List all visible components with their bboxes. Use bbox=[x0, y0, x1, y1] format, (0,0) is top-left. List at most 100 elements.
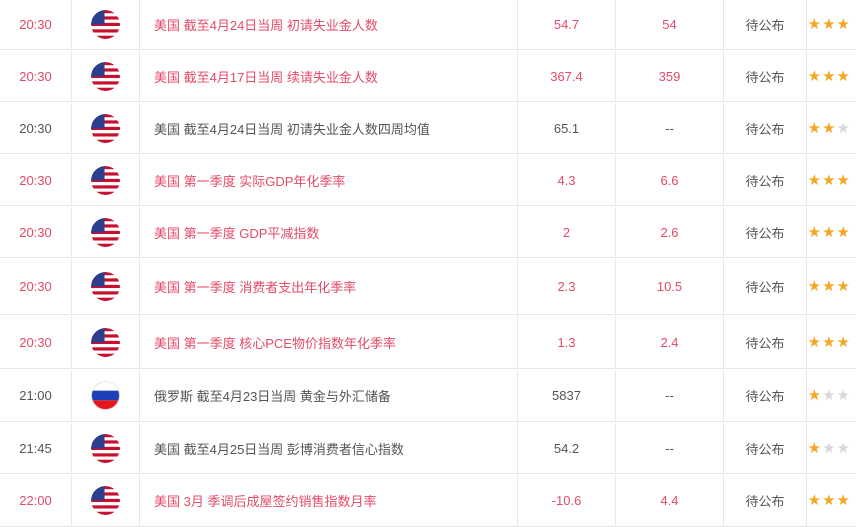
time-cell: 20:30 bbox=[0, 259, 72, 314]
country-flag-cell bbox=[72, 316, 140, 368]
importance-rating: ★ ★ ★ bbox=[807, 259, 856, 314]
table-row[interactable]: 20:30 美国 截至4月24日当周 初请失业金人数四周均值 65.1 -- 待… bbox=[0, 103, 856, 154]
actual-value-cell: 待公布 bbox=[724, 207, 807, 257]
event-name-cell[interactable]: 美国 截至4月24日当周 初请失业金人数四周均值 bbox=[140, 103, 518, 153]
actual-value-cell: 待公布 bbox=[724, 103, 807, 153]
country-flag-cell bbox=[72, 103, 140, 153]
time-cell: 20:30 bbox=[0, 207, 72, 257]
forecast-value-cell: 359 bbox=[616, 51, 724, 101]
country-flag-cell bbox=[72, 475, 140, 526]
star-filled-icon: ★ bbox=[807, 492, 822, 509]
event-name-cell[interactable]: 美国 第一季度 实际GDP年化季率 bbox=[140, 155, 518, 205]
us-flag-icon bbox=[91, 165, 120, 195]
star-filled-icon: ★ bbox=[836, 67, 850, 85]
star-empty-icon: ★ bbox=[836, 119, 850, 137]
time-cell: 20:30 bbox=[0, 0, 72, 49]
star-filled-icon: ★ bbox=[836, 492, 850, 509]
previous-value-cell: 367.4 bbox=[518, 51, 616, 101]
table-row[interactable]: 20:30 美国 第一季度 实际GDP年化季率 4.3 6.6 待公布 ★ ★ ★ bbox=[0, 155, 856, 206]
actual-value-cell: 待公布 bbox=[724, 370, 807, 421]
forecast-value-cell: 4.4 bbox=[616, 475, 724, 526]
us-flag-icon bbox=[91, 113, 120, 143]
time-cell: 22:00 bbox=[0, 475, 72, 526]
star-filled-icon: ★ bbox=[822, 67, 836, 85]
star-filled-icon: ★ bbox=[836, 333, 850, 351]
importance-rating: ★ ★ ★ bbox=[807, 103, 856, 153]
star-empty-icon: ★ bbox=[822, 387, 836, 404]
star-filled-icon: ★ bbox=[822, 119, 836, 137]
previous-value-cell: 54.2 bbox=[518, 423, 616, 473]
star-filled-icon: ★ bbox=[807, 171, 822, 189]
forecast-value-cell: -- bbox=[616, 423, 724, 473]
star-empty-icon: ★ bbox=[836, 387, 850, 404]
star-filled-icon: ★ bbox=[807, 278, 822, 295]
event-name-cell[interactable]: 美国 截至4月25日当周 彭博消费者信心指数 bbox=[140, 423, 518, 473]
star-filled-icon: ★ bbox=[807, 119, 822, 137]
us-flag-icon bbox=[91, 10, 120, 39]
us-flag-icon bbox=[91, 486, 120, 515]
event-name-cell[interactable]: 美国 第一季度 消费者支出年化季率 bbox=[140, 259, 518, 314]
event-name-cell[interactable]: 美国 3月 季调后成屋签约销售指数月率 bbox=[140, 475, 518, 526]
importance-rating: ★ ★ ★ bbox=[807, 475, 856, 526]
country-flag-cell bbox=[72, 370, 140, 421]
event-name-cell[interactable]: 美国 第一季度 GDP平减指数 bbox=[140, 207, 518, 257]
forecast-value-cell: 2.6 bbox=[616, 207, 724, 257]
star-filled-icon: ★ bbox=[822, 492, 836, 509]
importance-rating: ★ ★ ★ bbox=[807, 423, 856, 473]
forecast-value-cell: 54 bbox=[616, 0, 724, 49]
time-cell: 20:30 bbox=[0, 316, 72, 368]
table-row[interactable]: 20:30 美国 第一季度 核心PCE物价指数年化季率 1.3 2.4 待公布 … bbox=[0, 316, 856, 369]
previous-value-cell: 5837 bbox=[518, 370, 616, 421]
star-filled-icon: ★ bbox=[836, 278, 850, 295]
star-filled-icon: ★ bbox=[807, 16, 822, 33]
country-flag-cell bbox=[72, 423, 140, 473]
actual-value-cell: 待公布 bbox=[724, 475, 807, 526]
forecast-value-cell: 2.4 bbox=[616, 316, 724, 368]
star-filled-icon: ★ bbox=[807, 223, 822, 241]
us-flag-icon bbox=[91, 217, 120, 247]
event-name-cell[interactable]: 俄罗斯 截至4月23日当周 黄金与外汇储备 bbox=[140, 370, 518, 421]
time-cell: 20:30 bbox=[0, 155, 72, 205]
country-flag-cell bbox=[72, 0, 140, 49]
country-flag-cell bbox=[72, 155, 140, 205]
importance-rating: ★ ★ ★ bbox=[807, 0, 856, 49]
star-filled-icon: ★ bbox=[836, 223, 850, 241]
importance-rating: ★ ★ ★ bbox=[807, 316, 856, 368]
previous-value-cell: 65.1 bbox=[518, 103, 616, 153]
star-filled-icon: ★ bbox=[822, 278, 836, 295]
star-empty-icon: ★ bbox=[836, 439, 850, 457]
previous-value-cell: 1.3 bbox=[518, 316, 616, 368]
event-name-cell[interactable]: 美国 第一季度 核心PCE物价指数年化季率 bbox=[140, 316, 518, 368]
star-filled-icon: ★ bbox=[822, 333, 836, 351]
star-filled-icon: ★ bbox=[822, 16, 836, 33]
previous-value-cell: 2 bbox=[518, 207, 616, 257]
time-cell: 20:30 bbox=[0, 51, 72, 101]
country-flag-cell bbox=[72, 51, 140, 101]
table-row[interactable]: 20:30 美国 第一季度 GDP平减指数 2 2.6 待公布 ★ ★ ★ bbox=[0, 207, 856, 258]
table-row[interactable]: 20:30 美国 截至4月17日当周 续请失业金人数 367.4 359 待公布… bbox=[0, 51, 856, 102]
russia-flag-icon bbox=[91, 381, 120, 410]
importance-rating: ★ ★ ★ bbox=[807, 370, 856, 421]
event-name-cell[interactable]: 美国 截至4月17日当周 续请失业金人数 bbox=[140, 51, 518, 101]
table-row[interactable]: 20:30 美国 截至4月24日当周 初请失业金人数 54.7 54 待公布 ★… bbox=[0, 0, 856, 50]
forecast-value-cell: 6.6 bbox=[616, 155, 724, 205]
us-flag-icon bbox=[91, 433, 120, 463]
us-flag-icon bbox=[91, 272, 120, 301]
actual-value-cell: 待公布 bbox=[724, 423, 807, 473]
star-filled-icon: ★ bbox=[807, 387, 822, 404]
table-row[interactable]: 20:30 美国 第一季度 消费者支出年化季率 2.3 10.5 待公布 ★ ★ ★ bbox=[0, 259, 856, 315]
previous-value-cell: 54.7 bbox=[518, 0, 616, 49]
actual-value-cell: 待公布 bbox=[724, 316, 807, 368]
time-cell: 21:00 bbox=[0, 370, 72, 421]
event-name-cell[interactable]: 美国 截至4月24日当周 初请失业金人数 bbox=[140, 0, 518, 49]
star-filled-icon: ★ bbox=[822, 223, 836, 241]
table-row[interactable]: 21:00 俄罗斯 截至4月23日当周 黄金与外汇储备 5837 -- 待公布 … bbox=[0, 370, 856, 422]
time-cell: 20:30 bbox=[0, 103, 72, 153]
previous-value-cell: 4.3 bbox=[518, 155, 616, 205]
actual-value-cell: 待公布 bbox=[724, 259, 807, 314]
us-flag-icon bbox=[91, 61, 120, 91]
us-flag-icon bbox=[91, 327, 120, 357]
table-row[interactable]: 21:45 美国 截至4月25日当周 彭博消费者信心指数 54.2 -- 待公布… bbox=[0, 423, 856, 474]
table-row[interactable]: 22:00 美国 3月 季调后成屋签约销售指数月率 -10.6 4.4 待公布 … bbox=[0, 475, 856, 527]
star-filled-icon: ★ bbox=[807, 333, 822, 351]
